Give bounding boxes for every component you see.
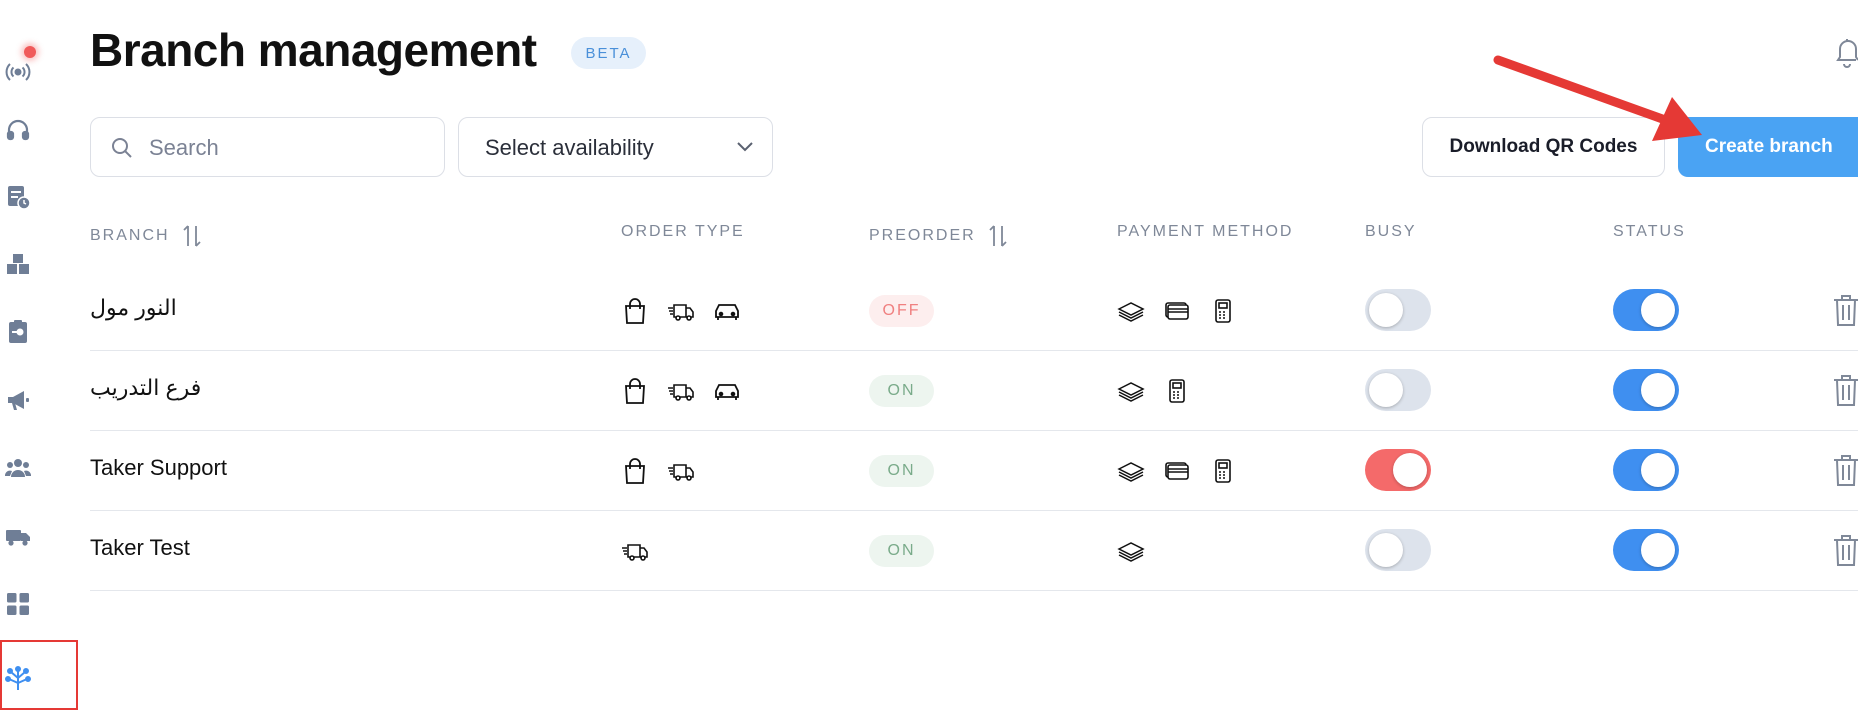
column-header-payment-method: PAYMENT METHOD [1117,223,1293,241]
table-row[interactable]: فرع التدريب ON [90,351,1858,431]
column-header-status: STATUS [1613,223,1686,241]
bag-icon [621,297,649,325]
cash-icon [1117,537,1145,565]
toggle-knob [1641,533,1675,567]
megaphone-icon[interactable] [4,386,32,414]
cash-icon [1117,377,1145,405]
column-header-busy-label: BUSY [1365,223,1417,240]
pos-terminal-icon [1163,377,1191,405]
sort-icon[interactable] [182,223,202,249]
payment-method-icons [1117,537,1145,565]
delivery-icon[interactable] [4,522,32,550]
order-type-icons [621,457,695,485]
branch-name[interactable]: النور مول [90,295,177,321]
bag-icon [621,377,649,405]
toggle-knob [1369,293,1403,327]
table-row[interactable]: Taker Test ON [90,511,1858,591]
order-type-icons [621,537,649,565]
column-header-branch-label: BRANCH [90,227,170,244]
bag-icon [621,457,649,485]
toggle-knob [1369,533,1403,567]
status-toggle[interactable] [1613,289,1679,331]
trash-icon[interactable] [1832,293,1858,327]
preorder-badge[interactable]: ON [869,375,934,407]
toggle-knob [1641,453,1675,487]
trash-icon[interactable] [1832,453,1858,487]
busy-toggle[interactable] [1365,369,1431,411]
pos-terminal-icon [1209,457,1237,485]
column-header-branch[interactable]: BRANCH [90,223,202,249]
busy-toggle[interactable] [1365,529,1431,571]
branch-name[interactable]: Taker Support [90,455,227,481]
delivery-truck-icon [621,537,649,565]
search-box[interactable] [90,117,445,177]
cash-icon [1117,297,1145,325]
availability-select[interactable]: Select availability [458,117,773,177]
search-icon [112,138,132,158]
payment-method-icons [1117,297,1237,325]
payment-method-icons [1117,457,1237,485]
pos-terminal-icon [1209,297,1237,325]
trash-icon[interactable] [1832,533,1858,567]
status-toggle[interactable] [1613,369,1679,411]
payment-method-icons [1117,377,1191,405]
live-indicator [24,46,36,58]
preorder-badge[interactable]: ON [869,535,934,567]
headset-icon[interactable] [4,116,32,144]
beta-badge: BETA [571,37,646,69]
table-row[interactable]: النور مول OFF [90,271,1858,351]
customers-icon[interactable] [4,454,32,482]
live-icon[interactable] [4,56,32,84]
chevron-down-icon [737,142,753,152]
search-input[interactable] [149,132,429,164]
reports-icon[interactable] [4,318,32,346]
column-header-preorder-label: PREORDER [869,227,976,244]
page-title: Branch management [90,24,537,76]
column-header-order-type-label: ORDER TYPE [621,223,745,240]
delivery-truck-icon [667,297,695,325]
preorder-badge[interactable]: ON [869,455,934,487]
order-type-icons [621,377,741,405]
toggle-knob [1393,453,1427,487]
busy-toggle[interactable] [1365,449,1431,491]
table-row[interactable]: Taker Support ON [90,431,1858,511]
delivery-truck-icon [667,457,695,485]
busy-toggle[interactable] [1365,289,1431,331]
branch-name[interactable]: Taker Test [90,535,190,561]
column-header-preorder[interactable]: PREORDER [869,223,1008,249]
column-header-order-type: ORDER TYPE [621,223,745,241]
status-toggle[interactable] [1613,449,1679,491]
toggle-knob [1641,373,1675,407]
car-icon [713,297,741,325]
card-icon [1163,297,1191,325]
card-icon [1163,457,1191,485]
order-type-icons [621,297,741,325]
preorder-badge[interactable]: OFF [869,295,934,327]
annotation-highlight-box [0,640,78,710]
column-header-payment-method-label: PAYMENT METHOD [1117,223,1294,240]
trash-icon[interactable] [1832,373,1858,407]
orders-icon[interactable] [4,183,32,211]
dashboard-icon[interactable] [4,590,32,618]
toggle-knob [1369,373,1403,407]
availability-select-label: Select availability [485,135,654,160]
column-header-status-label: STATUS [1613,223,1686,240]
sidebar [0,0,78,722]
inventory-icon[interactable] [4,250,32,278]
branch-name[interactable]: فرع التدريب [90,375,201,401]
annotation-arrow [1493,55,1702,141]
status-toggle[interactable] [1613,529,1679,571]
car-icon [713,377,741,405]
sort-icon[interactable] [988,223,1008,249]
delivery-truck-icon [667,377,695,405]
cash-icon [1117,457,1145,485]
column-header-busy: BUSY [1365,223,1417,241]
bell-icon[interactable] [1836,36,1858,70]
toggle-knob [1641,293,1675,327]
